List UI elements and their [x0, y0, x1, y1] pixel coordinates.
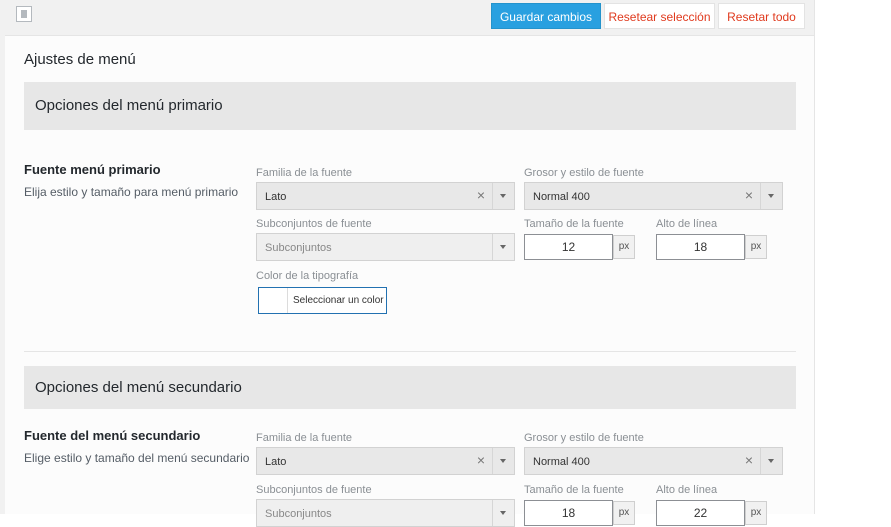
color-picker-label: Seleccionar un color: [293, 295, 384, 306]
chevron-down-icon: [768, 194, 774, 198]
primary-subsets-select[interactable]: Subconjuntos: [256, 233, 515, 261]
save-changes-button[interactable]: Guardar cambios: [491, 3, 601, 29]
dropdown-toggle[interactable]: [492, 183, 514, 209]
primary-color-label: Color de la tipografía: [256, 270, 359, 282]
dropdown-toggle[interactable]: [492, 448, 514, 474]
primary-line-height-label: Alto de línea: [656, 218, 718, 230]
settings-panel: Guardar cambios Resetear selección Reset…: [5, 0, 815, 527]
primary-font-family-value: Lato: [265, 191, 287, 203]
primary-font-weight-label: Grosor y estilo de fuente: [524, 167, 644, 179]
app-window: Guardar cambios Resetear selección Reset…: [0, 0, 891, 527]
secondary-font-weight-select[interactable]: Normal 400 ×: [524, 447, 783, 475]
primary-font-size-input[interactable]: 12: [524, 234, 613, 260]
chevron-down-icon: [500, 511, 506, 515]
primary-font-size-label: Tamaño de la fuente: [524, 218, 624, 230]
chevron-down-icon: [768, 459, 774, 463]
primary-font-size-unit: px: [613, 235, 635, 259]
primary-font-family-label: Familia de la fuente: [256, 167, 352, 179]
secondary-font-family-select[interactable]: Lato ×: [256, 447, 515, 475]
primary-line-height-unit: px: [745, 235, 767, 259]
primary-line-height-input[interactable]: 18: [656, 234, 745, 260]
primary-option-description: Elija estilo y tamaño para menú primario: [24, 185, 239, 199]
dropdown-toggle[interactable]: [492, 500, 514, 526]
primary-font-weight-select[interactable]: Normal 400 ×: [524, 182, 783, 210]
secondary-section-header: Opciones del menú secundario: [24, 366, 796, 409]
secondary-font-size-label: Tamaño de la fuente: [524, 484, 624, 496]
primary-font-weight-value: Normal 400: [533, 191, 590, 203]
primary-section-header: Opciones del menú primario: [24, 82, 796, 130]
chevron-down-icon: [500, 245, 506, 249]
secondary-font-size-input[interactable]: 18: [524, 500, 613, 526]
color-swatch[interactable]: [259, 288, 288, 313]
primary-subsets-placeholder: Subconjuntos: [265, 242, 332, 254]
section-divider: [24, 351, 796, 352]
secondary-option-description: Elige estilo y tamaño del menú secundari…: [24, 451, 250, 465]
secondary-font-weight-value: Normal 400: [533, 456, 590, 468]
chevron-down-icon: [500, 194, 506, 198]
dropdown-toggle[interactable]: [760, 183, 782, 209]
secondary-subsets-placeholder: Subconjuntos: [265, 508, 332, 520]
reset-selection-button[interactable]: Resetear selección: [604, 3, 715, 29]
secondary-line-height-label: Alto de línea: [656, 484, 718, 496]
secondary-font-weight-label: Grosor y estilo de fuente: [524, 432, 644, 444]
secondary-font-family-label: Familia de la fuente: [256, 432, 352, 444]
top-toolbar: Guardar cambios Resetear selección Reset…: [5, 0, 814, 36]
panel-toggle-icon[interactable]: [16, 6, 32, 22]
secondary-subsets-label: Subconjuntos de fuente: [256, 484, 372, 496]
secondary-line-height-input[interactable]: 22: [656, 500, 745, 526]
secondary-option-title: Fuente del menú secundario: [24, 428, 201, 443]
clear-icon[interactable]: ×: [745, 188, 753, 202]
chevron-down-icon: [500, 459, 506, 463]
dropdown-toggle[interactable]: [492, 234, 514, 260]
secondary-font-family-value: Lato: [265, 456, 287, 468]
secondary-font-size-unit: px: [613, 501, 635, 525]
dropdown-toggle[interactable]: [760, 448, 782, 474]
clear-icon[interactable]: ×: [477, 453, 485, 467]
page-title: Ajustes de menú: [24, 51, 136, 68]
primary-option-title: Fuente menú primario: [24, 162, 161, 177]
reset-all-button[interactable]: Resetar todo: [718, 3, 805, 29]
primary-font-family-select[interactable]: Lato ×: [256, 182, 515, 210]
secondary-subsets-select[interactable]: Subconjuntos: [256, 499, 515, 527]
clear-icon[interactable]: ×: [745, 453, 753, 467]
primary-subsets-label: Subconjuntos de fuente: [256, 218, 372, 230]
secondary-line-height-unit: px: [745, 501, 767, 525]
clear-icon[interactable]: ×: [477, 188, 485, 202]
color-picker-button[interactable]: Seleccionar un color: [258, 287, 387, 314]
